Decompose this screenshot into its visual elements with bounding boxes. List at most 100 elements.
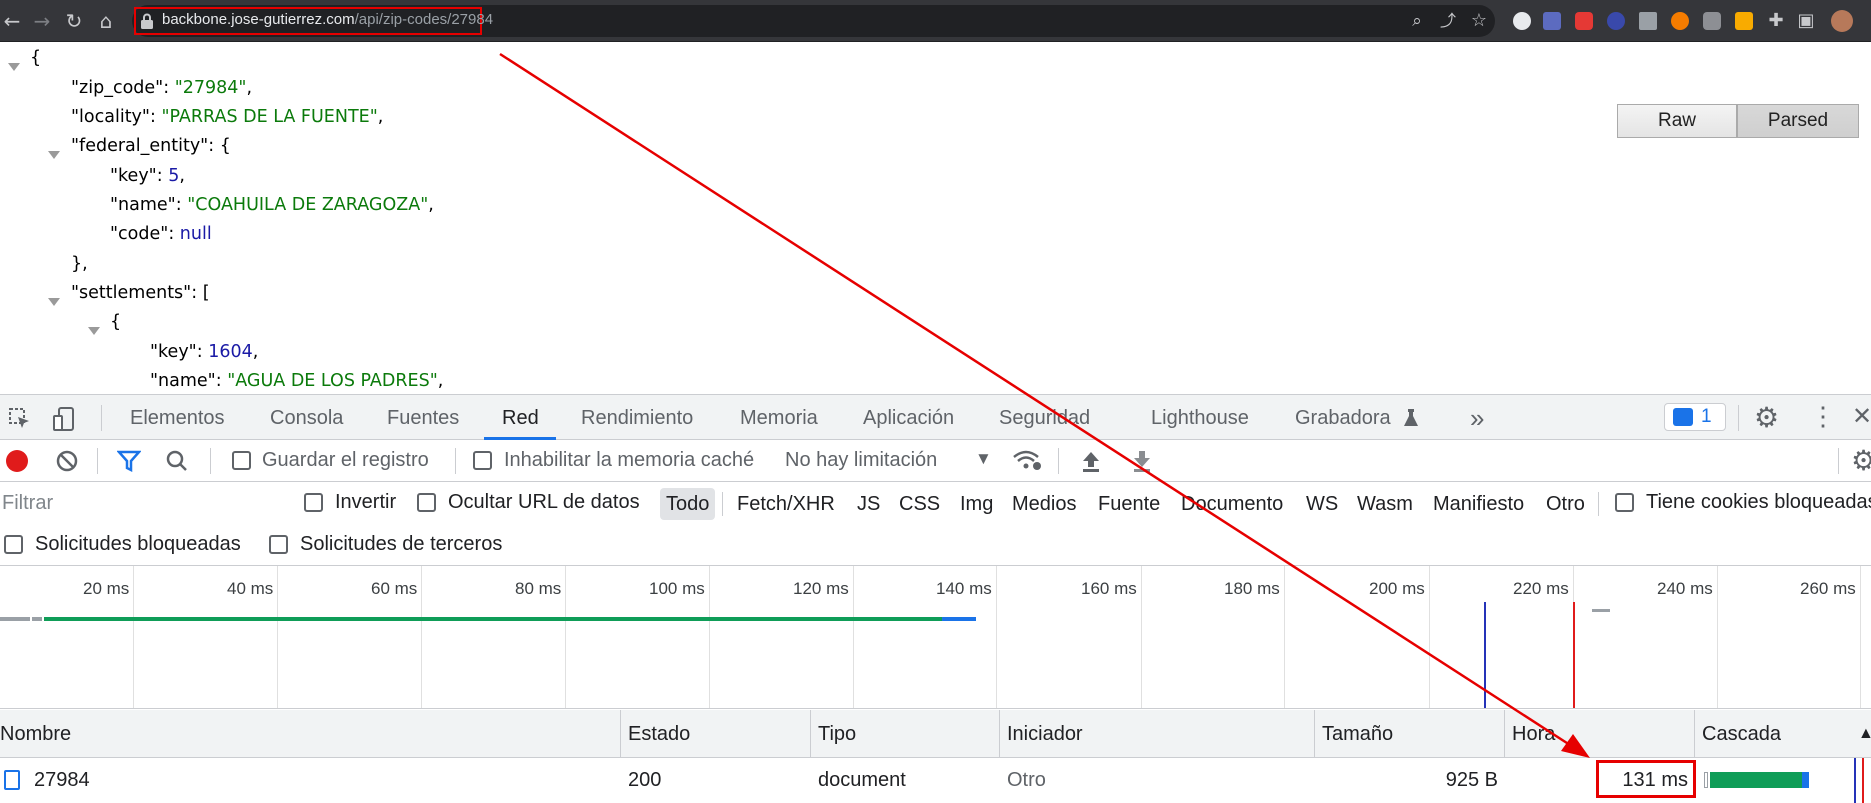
- sort-ascending-icon[interactable]: ▲: [1858, 725, 1871, 743]
- collapse-triangle-root[interactable]: [8, 63, 20, 71]
- blocked-cookies-checkbox[interactable]: [1615, 493, 1634, 512]
- extension-icon-3[interactable]: [1575, 12, 1593, 30]
- issues-badge[interactable]: 1: [1664, 403, 1726, 431]
- timeline-gridline: [996, 566, 997, 708]
- collapse-triangle-settlement-item[interactable]: [88, 327, 100, 335]
- col-header-tamano[interactable]: Tamaño: [1322, 723, 1393, 746]
- hide-data-urls-checkbox[interactable]: [417, 493, 436, 512]
- more-tabs-button[interactable]: »: [1470, 403, 1484, 434]
- col-header-estado[interactable]: Estado: [628, 723, 690, 746]
- timeline-tick-label: 160 ms: [1081, 579, 1137, 598]
- record-button[interactable]: [6, 450, 28, 472]
- timeline-tick-label: 180 ms: [1224, 579, 1280, 598]
- filter-type-todo[interactable]: Todo: [660, 488, 716, 520]
- json-line-fe-code: "code": null: [110, 224, 212, 244]
- home-icon[interactable]: ⌂: [94, 9, 118, 33]
- tab-elementos[interactable]: Elementos: [130, 407, 225, 430]
- filter-type-ws[interactable]: WS: [1306, 488, 1338, 520]
- clear-icon[interactable]: [56, 450, 78, 472]
- col-header-tipo[interactable]: Tipo: [818, 723, 856, 746]
- tab-consola[interactable]: Consola: [270, 407, 343, 430]
- request-name[interactable]: 27984: [34, 769, 90, 792]
- parsed-button[interactable]: Parsed: [1737, 104, 1859, 138]
- more-options-icon[interactable]: ⋮: [1810, 401, 1836, 432]
- disable-cache-checkbox[interactable]: [473, 451, 492, 470]
- flask-icon: [1404, 409, 1418, 426]
- invert-label: Invertir: [335, 491, 397, 513]
- col-header-cascada[interactable]: Cascada: [1702, 723, 1781, 746]
- reload-icon[interactable]: ↻: [62, 9, 86, 33]
- extension-icon-2[interactable]: [1543, 12, 1561, 30]
- tab-red[interactable]: Red: [502, 407, 539, 430]
- profile-avatar[interactable]: [1831, 10, 1853, 32]
- invert-checkbox[interactable]: [304, 493, 323, 512]
- json-open-brace: {: [30, 48, 42, 68]
- table-row[interactable]: 27984 200 document Otro 925 B 131 ms: [0, 758, 1871, 803]
- timeline-tick-label: 140 ms: [936, 579, 992, 598]
- url-text[interactable]: backbone.jose-gutierrez.com/api/zip-code…: [162, 11, 493, 28]
- network-settings-gear-icon[interactable]: ⚙: [1851, 444, 1871, 477]
- extension-icon-8[interactable]: [1735, 12, 1753, 30]
- react-devtools-icon[interactable]: [1607, 12, 1625, 30]
- filter-input[interactable]: [0, 488, 280, 518]
- filter-type-manifiesto[interactable]: Manifiesto: [1433, 488, 1524, 520]
- search-icon[interactable]: [166, 450, 188, 472]
- close-devtools-icon[interactable]: ✕: [1852, 402, 1871, 431]
- filter-type-fetch-xhr[interactable]: Fetch/XHR: [737, 488, 835, 520]
- preserve-log-checkbox[interactable]: [232, 451, 251, 470]
- waterfall-waiting-bar[interactable]: [1710, 772, 1802, 788]
- device-toolbar-icon[interactable]: [52, 406, 78, 432]
- waterfall-download-bar: [1802, 772, 1809, 788]
- export-har-icon[interactable]: [1131, 449, 1153, 473]
- filter-type-medios[interactable]: Medios: [1012, 488, 1076, 520]
- filter-type-documento[interactable]: Documento: [1181, 488, 1283, 520]
- tab-fuentes[interactable]: Fuentes: [387, 407, 459, 430]
- filter-type-otro[interactable]: Otro: [1546, 488, 1585, 520]
- tab-seguridad[interactable]: Seguridad: [999, 407, 1090, 430]
- filter-type-css[interactable]: CSS: [899, 488, 940, 520]
- back-icon[interactable]: ←: [0, 9, 24, 33]
- col-header-nombre[interactable]: Nombre: [0, 723, 71, 746]
- share-icon[interactable]: ⤴: [1436, 9, 1460, 33]
- timeline-queue-bar: [0, 617, 30, 621]
- col-header-hora[interactable]: Hora: [1512, 723, 1555, 746]
- collapse-triangle-federal-entity[interactable]: [48, 151, 60, 159]
- filter-type-wasm[interactable]: Wasm: [1357, 488, 1413, 520]
- timeline-stall-bar: [32, 617, 42, 621]
- sidebar-icon[interactable]: ▣: [1794, 9, 1818, 33]
- extension-icon-7[interactable]: [1703, 12, 1721, 30]
- raw-button[interactable]: Raw: [1617, 104, 1737, 138]
- inspect-element-icon[interactable]: [8, 407, 32, 431]
- tab-aplicacion[interactable]: Aplicación: [863, 407, 954, 430]
- tab-rendimiento[interactable]: Rendimiento: [581, 407, 693, 430]
- control-separator: [97, 448, 98, 474]
- forward-icon[interactable]: →: [30, 9, 54, 33]
- extension-icon-1[interactable]: [1513, 12, 1531, 30]
- import-har-icon[interactable]: [1080, 449, 1102, 473]
- network-conditions-icon[interactable]: [1012, 449, 1044, 473]
- zoom-icon[interactable]: ⌕: [1405, 9, 1429, 33]
- col-header-iniciador[interactable]: Iniciador: [1007, 723, 1083, 746]
- url-path: /api/zip-codes/27984: [354, 11, 494, 28]
- network-overview-timeline[interactable]: 20 ms 40 ms 60 ms 80 ms 100 ms 120 ms 14…: [0, 566, 1871, 709]
- vue-devtools-icon[interactable]: [1639, 12, 1657, 30]
- filter-type-img[interactable]: Img: [960, 488, 993, 520]
- timeline-gridline: [1141, 566, 1142, 708]
- extension-icon-6[interactable]: [1671, 12, 1689, 30]
- tab-memoria[interactable]: Memoria: [740, 407, 818, 430]
- tab-lighthouse[interactable]: Lighthouse: [1151, 407, 1249, 430]
- json-line-fe-key: "key": 5,: [110, 166, 185, 186]
- filter-type-js[interactable]: JS: [857, 488, 880, 520]
- bookmark-star-icon[interactable]: ☆: [1467, 9, 1491, 33]
- extensions-puzzle-icon[interactable]: ✚: [1764, 9, 1788, 33]
- filter-type-fuente[interactable]: Fuente: [1098, 488, 1160, 520]
- throttling-select[interactable]: No hay limitación: [785, 449, 937, 472]
- settings-gear-icon[interactable]: ⚙: [1754, 401, 1779, 434]
- chevron-down-icon[interactable]: ▼: [975, 449, 992, 469]
- filter-funnel-icon[interactable]: [117, 450, 141, 472]
- third-party-checkbox[interactable]: [269, 535, 288, 554]
- blocked-requests-checkbox[interactable]: [4, 535, 23, 554]
- collapse-triangle-settlements[interactable]: [48, 298, 60, 306]
- json-line-zip-code: "zip_code": "27984",: [71, 78, 253, 98]
- tab-grabadora[interactable]: Grabadora: [1295, 407, 1391, 430]
